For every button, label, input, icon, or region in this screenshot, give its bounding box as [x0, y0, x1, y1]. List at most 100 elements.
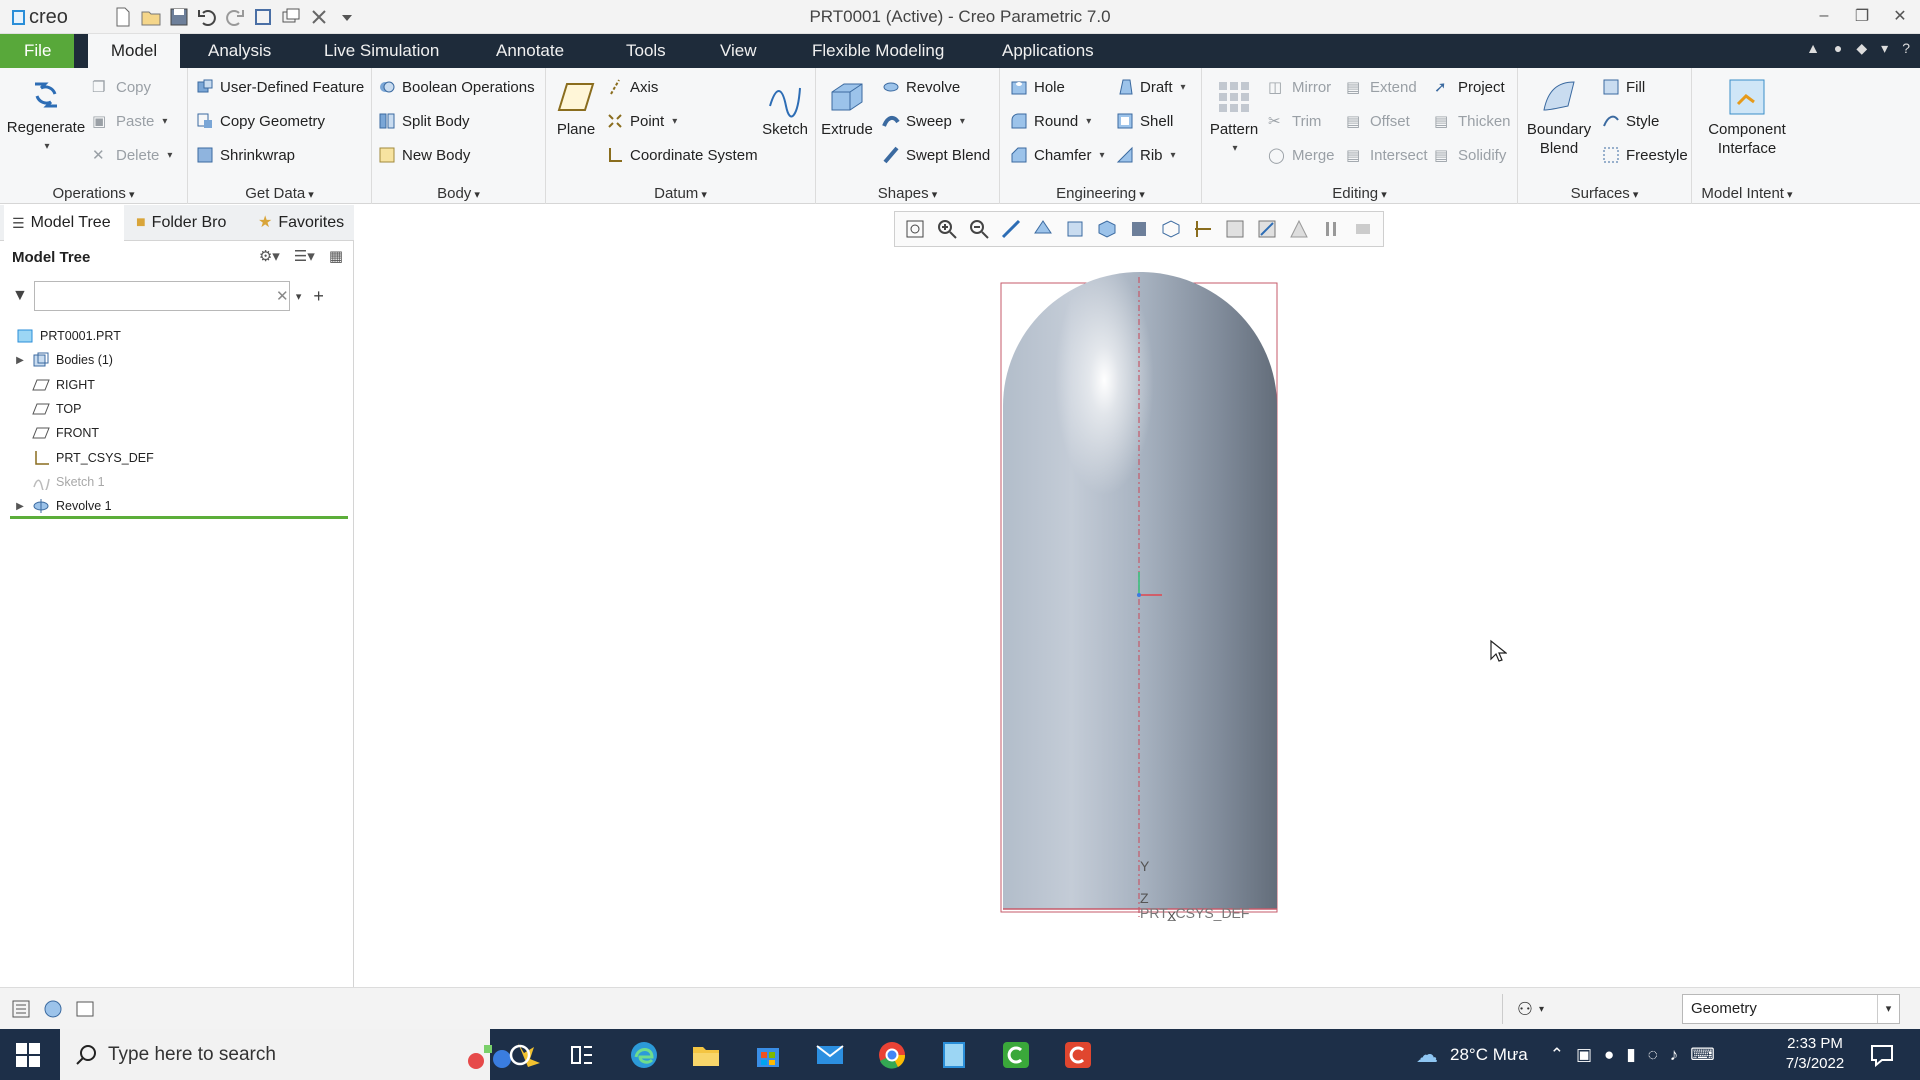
editing-group-label[interactable]: Editing — [1202, 185, 1517, 202]
split-body-button[interactable]: Split Body — [378, 108, 470, 134]
boundary-blend-button[interactable]: Boundary Blend — [1524, 76, 1594, 158]
revolve-button[interactable]: Revolve — [882, 74, 960, 100]
tree-item[interactable]: PRT0001.PRT — [12, 325, 121, 347]
tab-folder-browser[interactable]: ■ Folder Bro — [128, 205, 248, 241]
tree-item[interactable]: FRONT — [12, 422, 99, 444]
microsoft-store-icon[interactable] — [752, 1039, 784, 1071]
user-icon[interactable]: ● — [1834, 40, 1842, 57]
axis-button[interactable]: Axis — [606, 74, 658, 100]
draft-button[interactable]: Draft ▾ — [1116, 74, 1186, 100]
model-intent-group-label[interactable]: Model Intent — [1692, 185, 1802, 202]
shrinkwrap-button[interactable]: Shrinkwrap — [196, 142, 295, 168]
tree-item[interactable]: TOP — [12, 398, 81, 420]
show-browser-icon[interactable] — [42, 998, 64, 1020]
restore-icon[interactable]: ❐ — [1850, 4, 1874, 28]
tree-item[interactable]: Sketch 1 — [12, 471, 105, 493]
wifi-icon[interactable]: ◌ — [1648, 1045, 1658, 1065]
tree-item[interactable]: ▶ Bodies (1) — [12, 349, 113, 371]
clear-filter-icon[interactable]: ✕ — [276, 287, 289, 305]
component-interface-button[interactable]: Component Interface — [1696, 76, 1798, 158]
customize-toolbar-icon[interactable] — [336, 6, 358, 28]
boolean-operations-button[interactable]: Boolean Operations — [378, 74, 535, 100]
trim-button[interactable]: ✂ Trim — [1268, 108, 1321, 134]
regenerate-button[interactable]: Regenerate ▾ — [6, 74, 86, 156]
surfaces-group-label[interactable]: Surfaces — [1518, 185, 1691, 202]
taskbar-clock[interactable]: 2:33 PM 7/3/2022 — [1760, 1034, 1870, 1074]
tree-view-icon[interactable]: ☰▾ — [294, 247, 315, 265]
filter-dropdown-icon[interactable]: ▾ — [296, 290, 302, 303]
coordinate-system-button[interactable]: Coordinate System — [606, 142, 758, 168]
tab-applications[interactable]: Applications — [988, 34, 1108, 68]
selection-filter-dropdown[interactable]: Geometry ▾ — [1682, 994, 1900, 1024]
options-icon[interactable]: ◆ — [1856, 40, 1867, 57]
body-group-label[interactable]: Body — [372, 185, 545, 202]
paste-button[interactable]: ▣ Paste ▾ — [92, 108, 167, 134]
tree-filter-options-icon[interactable]: ▦ — [329, 247, 343, 265]
insert-here-indicator[interactable] — [10, 516, 348, 519]
tab-flexible-modeling[interactable]: Flexible Modeling — [798, 34, 958, 68]
full-screen-icon[interactable] — [74, 998, 96, 1020]
extrude-button[interactable]: Extrude — [818, 76, 876, 139]
graphics-window[interactable]: Y Z X PRT_CSYS_DEF — [355, 205, 1920, 987]
pattern-button[interactable]: Pattern ▾ — [1204, 76, 1264, 158]
mail-icon[interactable] — [814, 1039, 846, 1071]
show-navigator-icon[interactable] — [10, 998, 32, 1020]
tab-favorites[interactable]: ★ Favorites — [250, 205, 354, 241]
close-window-icon[interactable] — [308, 6, 330, 28]
expand-arrow-icon[interactable]: ▶ — [12, 501, 28, 512]
task-view-icon[interactable] — [566, 1039, 598, 1071]
add-filter-icon[interactable]: + — [313, 286, 324, 307]
round-button[interactable]: Round ▾ — [1010, 108, 1091, 134]
tree-settings-icon[interactable]: ⚙▾ — [259, 247, 280, 265]
tab-live-simulation[interactable]: Live Simulation — [310, 34, 453, 68]
copy-geometry-button[interactable]: Copy Geometry — [196, 108, 325, 134]
chrome-icon[interactable] — [876, 1039, 908, 1071]
notification-center-icon[interactable] — [1868, 1041, 1896, 1069]
project-button[interactable]: ➚ Project — [1434, 74, 1505, 100]
keyboard-icon[interactable]: ⌨ — [1690, 1045, 1715, 1065]
model-viewport[interactable]: Y Z X PRT_CSYS_DEF — [355, 205, 1920, 987]
mirror-button[interactable]: ◫ Mirror — [1268, 74, 1331, 100]
windows-start-icon[interactable] — [14, 1041, 42, 1069]
operations-group-label[interactable]: Operations — [0, 185, 187, 202]
tab-tools[interactable]: Tools — [612, 34, 680, 68]
network-device-icon[interactable]: ▣ — [1576, 1045, 1592, 1065]
taskbar-search[interactable]: Type here to search — [60, 1029, 540, 1080]
merge-button[interactable]: ◯ Merge — [1268, 142, 1335, 168]
engineering-group-label[interactable]: Engineering — [1000, 185, 1201, 202]
tab-annotate[interactable]: Annotate — [482, 34, 578, 68]
tree-item[interactable]: ▶ Revolve 1 — [12, 495, 112, 517]
freestyle-button[interactable]: Freestyle — [1602, 142, 1688, 168]
tab-model[interactable]: Model — [88, 34, 180, 68]
microphone-icon[interactable]: ● — [1604, 1045, 1614, 1065]
offset-button[interactable]: ▤ Offset — [1346, 108, 1410, 134]
help-icon[interactable]: ? — [1902, 40, 1910, 57]
tab-analysis[interactable]: Analysis — [194, 34, 285, 68]
open-folder-icon[interactable] — [140, 6, 162, 28]
solidify-button[interactable]: ▤ Solidify — [1434, 142, 1506, 168]
extend-button[interactable]: ▤ Extend — [1346, 74, 1417, 100]
cortana-icon[interactable] — [504, 1039, 536, 1071]
rib-button[interactable]: Rib ▾ — [1116, 142, 1176, 168]
fill-button[interactable]: Fill — [1602, 74, 1645, 100]
copy-button[interactable]: ❐ Copy — [92, 74, 151, 100]
edge-browser-icon[interactable] — [628, 1039, 660, 1071]
find-tool[interactable]: ⚇ ▾ — [1502, 994, 1558, 1024]
file-explorer-icon[interactable] — [690, 1039, 722, 1071]
udf-button[interactable]: User-Defined Feature — [196, 74, 364, 100]
weather-text[interactable]: 28°C Mưa — [1450, 1045, 1528, 1065]
dropdown-icon[interactable]: ▾ — [1881, 40, 1888, 57]
plane-button[interactable]: Plane — [550, 76, 602, 139]
collapse-ribbon-icon[interactable]: ▲ — [1806, 40, 1820, 57]
camtasia-red-icon[interactable] — [1062, 1039, 1094, 1071]
tree-item[interactable]: PRT_CSYS_DEF — [12, 447, 154, 469]
chamfer-button[interactable]: Chamfer ▾ — [1010, 142, 1105, 168]
intersect-button[interactable]: ▤ Intersect — [1346, 142, 1428, 168]
hole-button[interactable]: Hole — [1010, 74, 1065, 100]
style-button[interactable]: Style — [1602, 108, 1659, 134]
tab-view[interactable]: View — [706, 34, 771, 68]
filter-icon[interactable]: ▼ — [12, 287, 28, 305]
regenerate-small-icon[interactable] — [252, 6, 274, 28]
windows-icon[interactable] — [280, 6, 302, 28]
thicken-button[interactable]: ▤ Thicken — [1434, 108, 1511, 134]
